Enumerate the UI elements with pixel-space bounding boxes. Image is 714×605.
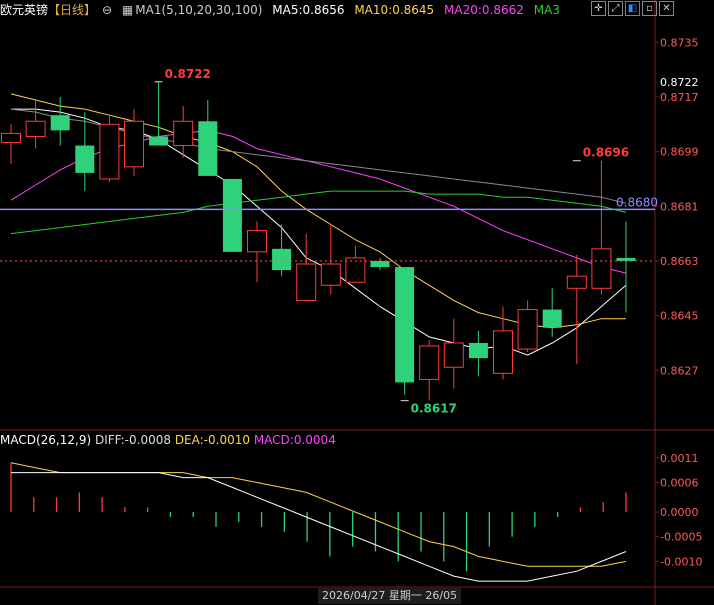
candle-body	[296, 263, 317, 301]
macd-diff-line	[11, 472, 627, 582]
candle-body	[99, 123, 120, 180]
y-tick-label: 0.8681	[660, 200, 699, 213]
y-tick-label: 0.8735	[660, 36, 699, 49]
extreme-label: 0.8722	[165, 67, 211, 81]
ma-icon[interactable]: ▦	[122, 3, 133, 17]
candle-body	[468, 342, 488, 359]
candle-body	[25, 120, 46, 137]
ma-label[interactable]: MA1(5,10,20,30,100)	[135, 3, 262, 17]
candle-body	[591, 248, 612, 289]
candle-body	[247, 230, 267, 253]
y-tick-label: 0.8645	[660, 310, 699, 323]
macd-diff: DIFF:-0.0008	[94, 433, 171, 447]
candle-body	[222, 178, 242, 252]
macd-dea: DEA:-0.0010	[174, 433, 250, 447]
close-icon[interactable]: ✕	[659, 1, 674, 16]
period-toggle-icon[interactable]: ⊖	[102, 3, 112, 17]
ma3-label: MA3	[533, 3, 560, 17]
candle-body	[75, 145, 95, 173]
candle-body	[272, 248, 292, 271]
ma20-value: MA20:0.8662	[444, 3, 524, 17]
expand-icon[interactable]: ⤢	[608, 1, 623, 16]
candle-body	[517, 309, 538, 350]
candle-body	[124, 120, 144, 168]
macd-tick-label: -0.0005	[660, 531, 702, 544]
candle-body	[419, 345, 440, 380]
y-tick-label: 0.8663	[660, 255, 699, 268]
extreme-label: 0.8696	[583, 146, 629, 160]
candle-body	[395, 267, 415, 383]
macd-header: MACD(26,12,9) DIFF:-0.0008 DEA:-0.0010 M…	[0, 433, 336, 447]
crosshair-icon[interactable]: ✛	[591, 1, 606, 16]
y-tick-label: 0.8717	[660, 91, 699, 104]
macd-tick-label: 0.0011	[660, 452, 699, 465]
macd-name[interactable]: MACD(26,12,9)	[0, 433, 91, 447]
crosshair-date-label: 2026/04/27 星期一 26/05	[318, 588, 462, 604]
macd-tick-label: -0.0010	[660, 555, 702, 568]
macd-dea-line	[10, 462, 627, 567]
price-tag-label: 0.8722	[660, 76, 699, 89]
macd-tick-label: 0.0000	[660, 506, 699, 519]
ma10-value: MA10:0.8645	[354, 3, 435, 17]
minimize-icon[interactable]: ▫	[642, 1, 657, 16]
candle-body	[443, 342, 464, 368]
period-label[interactable]: 【日线】	[48, 3, 96, 17]
symbol-name[interactable]: 欧元英镑	[0, 3, 48, 17]
extreme-label: 0.8617	[411, 402, 457, 416]
candle-body	[370, 260, 390, 268]
candle-body	[1, 132, 21, 144]
y-tick-label: 0.8627	[660, 364, 699, 377]
macd-value: MACD:0.0004	[253, 433, 336, 447]
candle-body	[542, 309, 562, 328]
layout-icon[interactable]: ◧	[625, 1, 640, 16]
candle-body	[566, 275, 587, 289]
y-tick-label: 0.8699	[660, 146, 699, 159]
chart-canvas[interactable]: 0.8722 0.8696 0.8617 0.8680 0.8735 0.8717 0.8…	[0, 0, 714, 605]
ma-line-ma30	[10, 190, 627, 235]
candle-body	[173, 120, 194, 147]
main-chart-header: 欧元英镑【日线】 ⊖ ▦ MA1(5,10,20,30,100) MA5:0.865…	[0, 2, 566, 18]
hline-value-label: 0.8680	[616, 195, 658, 209]
candle-body	[320, 263, 341, 286]
ma5-value: MA5:0.8656	[272, 3, 345, 17]
candle-body	[50, 115, 70, 131]
candle-body	[345, 257, 366, 283]
macd-tick-label: 0.0006	[660, 477, 699, 490]
candle-body	[198, 121, 218, 176]
candle-body	[493, 330, 513, 374]
candle-body	[149, 136, 169, 146]
